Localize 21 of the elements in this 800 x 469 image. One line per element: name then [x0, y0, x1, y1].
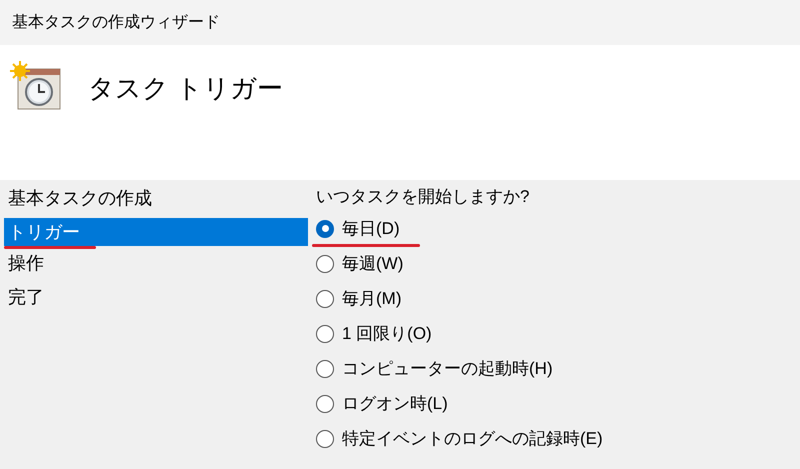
- step-item[interactable]: 基本タスクの作成: [4, 184, 308, 212]
- page-heading: タスク トリガー: [88, 72, 284, 105]
- radio-option[interactable]: 特定イベントのログへの記録時(E): [316, 426, 603, 452]
- step-item[interactable]: 操作: [4, 249, 308, 277]
- step-item[interactable]: 完了: [4, 283, 308, 311]
- question-label: いつタスクを開始しますか?: [316, 186, 530, 208]
- radio-option[interactable]: 1 回限り(O): [316, 321, 603, 346]
- window-title: 基本タスクの作成ウィザード: [12, 12, 220, 32]
- radio-button[interactable]: [316, 290, 334, 308]
- radio-button[interactable]: [316, 394, 334, 413]
- step-item[interactable]: トリガー: [4, 218, 308, 246]
- radio-option[interactable]: 毎週(W): [316, 251, 603, 276]
- radio-option[interactable]: コンピューターの起動時(H): [316, 356, 603, 382]
- radio-option[interactable]: ログオン時(L): [316, 391, 603, 416]
- radio-button[interactable]: [316, 430, 334, 448]
- radio-option[interactable]: 毎日(D): [316, 216, 603, 242]
- radio-button[interactable]: [316, 324, 334, 343]
- radio-button[interactable]: [316, 220, 334, 238]
- radio-button[interactable]: [316, 360, 334, 378]
- radio-option[interactable]: 毎月(M): [316, 286, 603, 312]
- radio-button[interactable]: [316, 254, 334, 273]
